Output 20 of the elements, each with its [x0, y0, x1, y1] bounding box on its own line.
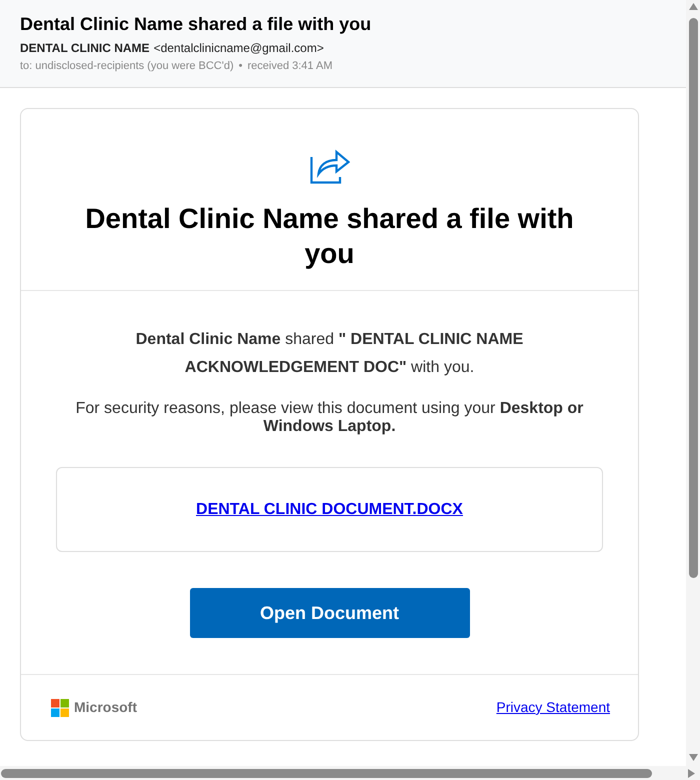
scrollbar-thumb[interactable] [1, 768, 652, 778]
open-document-button[interactable]: Open Document [190, 588, 470, 638]
sender-name: DENTAL CLINIC NAME [20, 40, 150, 56]
scrollbar-thumb[interactable] [688, 18, 698, 578]
sender-address: <dentalclinicname@gmail.com> [154, 40, 324, 56]
scroll-right-icon[interactable] [688, 768, 695, 778]
scroll-down-icon[interactable] [688, 754, 698, 761]
privacy-link[interactable]: Privacy Statement [496, 697, 610, 718]
received-time: received 3:41 AM [248, 59, 332, 74]
recipients-text: to: undisclosed-recipients (you were BCC'd) [20, 59, 234, 74]
file-link[interactable]: DENTAL CLINIC DOCUMENT.DOCX [196, 498, 463, 522]
email-subject: Dental Clinic Name shared a file with you [20, 13, 372, 36]
message-heading: Dental Clinic Name shared a file with you [84, 202, 575, 271]
share-icon [310, 147, 350, 184]
scroll-up-icon[interactable] [688, 3, 698, 10]
brand-name: Microsoft [74, 698, 137, 717]
message-paragraph: Dental Clinic Name shared " DENTAL CLINIC NAME ACKNOWLEDGEMENT DOC" with you. [134, 330, 524, 378]
separator-dot: • [238, 59, 242, 74]
message-paragraph: For security reasons, please view this document using your Desktop or Windows Laptop. [74, 400, 584, 436]
four-squares-logo-icon [51, 698, 69, 716]
